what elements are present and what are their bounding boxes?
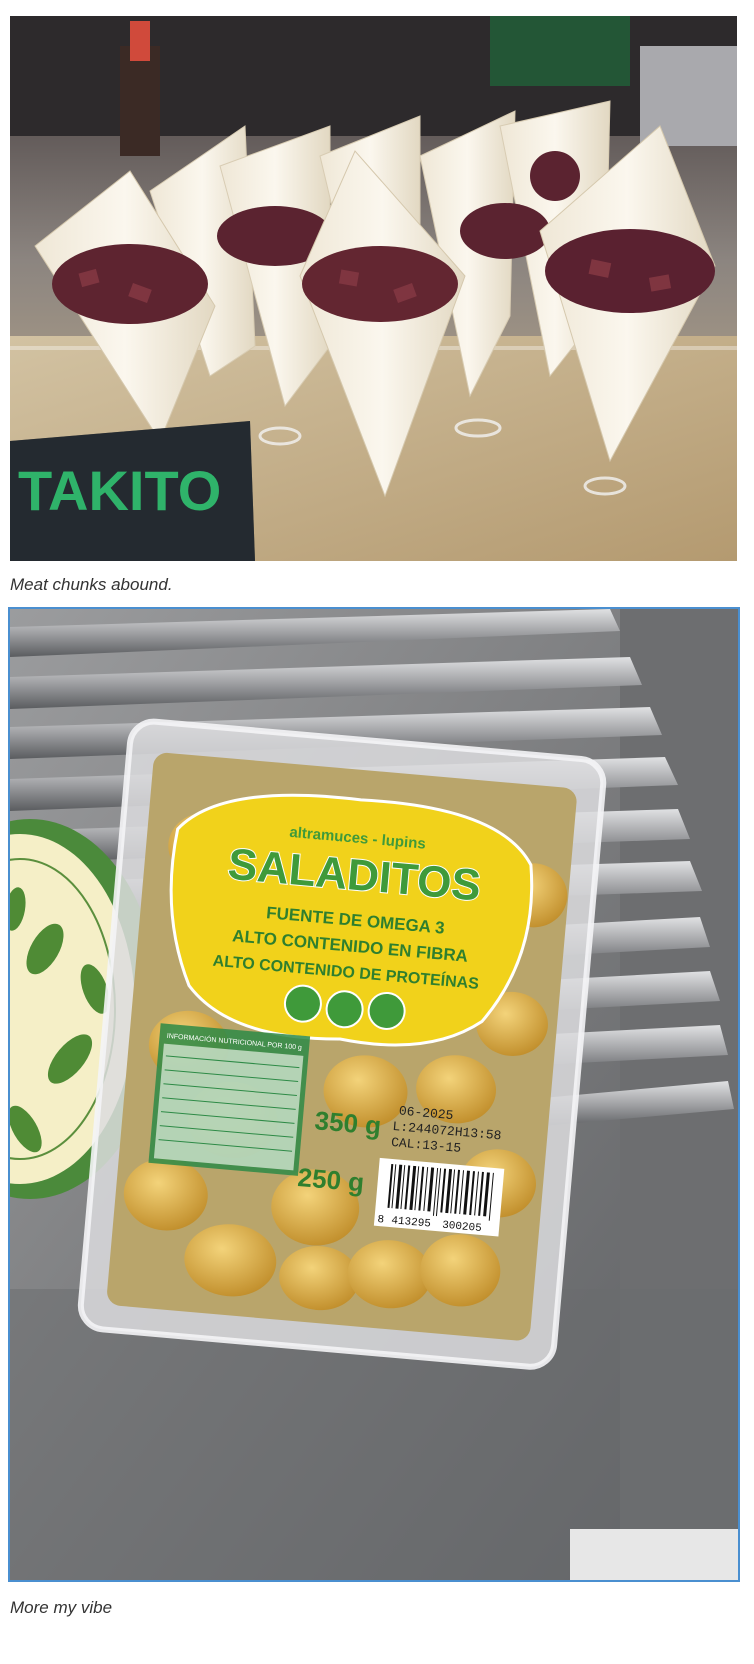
figure-lupins: altramuces - lupins SALADITOS FUENTE DE …	[8, 607, 740, 1582]
caption-meat: Meat chunks abound.	[10, 575, 173, 594]
takito-sign: TAKITO	[10, 421, 255, 561]
caption-lupins: More my vibe	[10, 1598, 113, 1617]
ham-cones-image: TAKITO	[10, 16, 737, 561]
weight-net: 350 g	[314, 1105, 383, 1141]
lupins-package: altramuces - lupins SALADITOS FUENTE DE …	[77, 718, 607, 1370]
takito-sign-text: TAKITO	[18, 459, 221, 522]
weight-drained: 250 g	[297, 1162, 366, 1198]
nutrition-panel: INFORMACIÓN NUTRICIONAL POR 100 g	[148, 1023, 311, 1176]
barcode: 8 413295 300205	[373, 1157, 505, 1237]
lupins-package-image: altramuces - lupins SALADITOS FUENTE DE …	[10, 609, 738, 1580]
barcode-digit-1: 8	[377, 1214, 385, 1227]
photo-ham-cones: TAKITO	[10, 16, 737, 561]
photo-lupins-package: altramuces - lupins SALADITOS FUENTE DE …	[8, 607, 740, 1582]
figure-meat-cones: TAKITO	[10, 16, 737, 561]
